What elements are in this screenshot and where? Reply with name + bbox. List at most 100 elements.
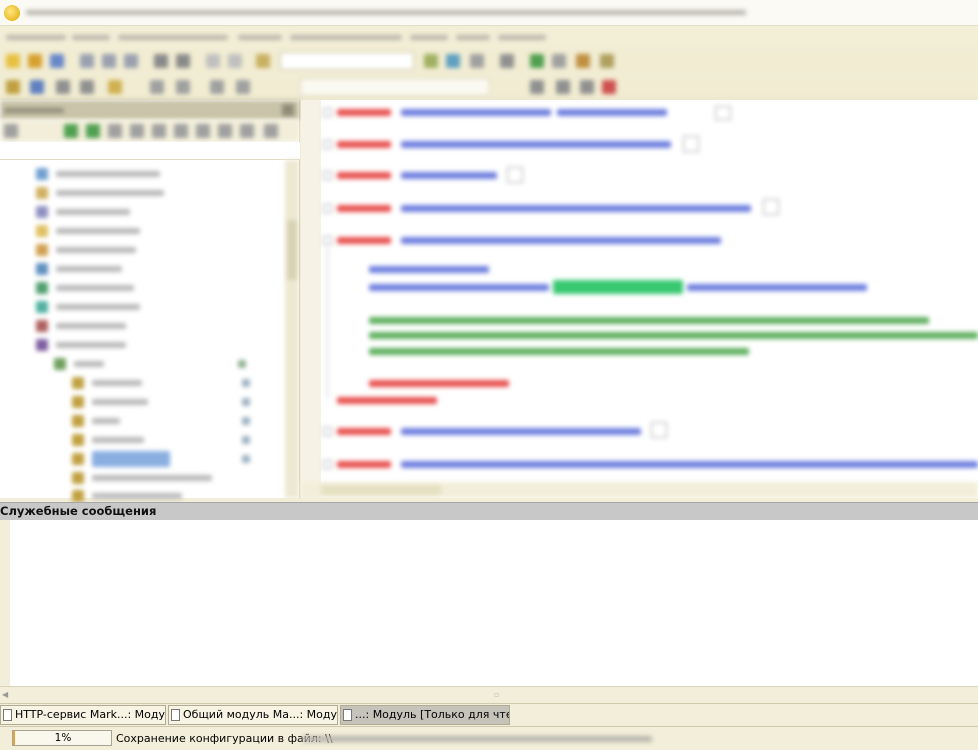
tool-icon[interactable] <box>210 80 224 94</box>
scrollbar-thumb[interactable] <box>321 485 441 495</box>
editor-horizontal-scrollbar[interactable] <box>301 482 978 498</box>
menu-item[interactable] <box>290 35 402 40</box>
tool-icon[interactable] <box>240 124 254 138</box>
fold-toggle[interactable] <box>323 140 332 149</box>
fold-toggle[interactable] <box>323 204 332 213</box>
procedure-combobox[interactable] <box>300 78 490 96</box>
tool-icon[interactable] <box>176 80 190 94</box>
tool-icon[interactable] <box>108 80 122 94</box>
tree-node[interactable] <box>20 337 260 353</box>
open-icon[interactable] <box>28 54 42 68</box>
tree-node[interactable] <box>20 299 260 315</box>
tree-node[interactable] <box>20 185 260 201</box>
search-next-icon[interactable] <box>446 54 460 68</box>
menu-item[interactable] <box>410 35 448 40</box>
tool-icon[interactable] <box>556 80 570 94</box>
window-tab[interactable]: Общий модуль Ма...: Модуль <box>168 705 338 725</box>
bookmark-icon[interactable] <box>256 54 270 68</box>
fold-toggle[interactable] <box>323 236 332 245</box>
replace-icon[interactable] <box>228 54 242 68</box>
scroll-left-icon[interactable]: ◀ <box>2 690 8 699</box>
collapsed-block[interactable] <box>651 422 667 438</box>
tool-icon[interactable] <box>576 54 590 68</box>
tree-node[interactable] <box>20 318 260 334</box>
save-icon[interactable] <box>50 54 64 68</box>
tree-node-selected[interactable] <box>56 451 256 467</box>
tree-node[interactable] <box>56 394 256 410</box>
menu-item[interactable] <box>238 35 282 40</box>
menu-item[interactable] <box>72 35 110 40</box>
tool-icon[interactable] <box>80 80 94 94</box>
menu-item[interactable] <box>498 35 546 40</box>
window-tab[interactable]: HTTP-сервис Mark...: Модуль <box>0 705 166 725</box>
tool-icon[interactable] <box>130 124 144 138</box>
scrollbar-thumb[interactable]: ▫ <box>494 690 499 699</box>
cut-icon[interactable] <box>80 54 94 68</box>
configuration-tree <box>0 160 285 502</box>
tree-node[interactable] <box>56 375 256 391</box>
new-icon[interactable] <box>6 54 20 68</box>
messages-horizontal-scrollbar[interactable]: ◀ ▫ <box>0 686 978 701</box>
fold-toggle[interactable] <box>323 108 332 117</box>
tree-node[interactable] <box>20 242 260 258</box>
scrollbar-thumb[interactable] <box>287 220 297 280</box>
fold-toggle[interactable] <box>323 171 332 180</box>
copy-icon[interactable] <box>102 54 116 68</box>
tool-icon[interactable] <box>600 54 614 68</box>
collapsed-block[interactable] <box>507 167 523 183</box>
search-go-icon[interactable] <box>424 54 438 68</box>
tree-vertical-scrollbar[interactable] <box>285 160 299 498</box>
fold-toggle[interactable] <box>323 460 332 469</box>
close-icon[interactable] <box>282 104 294 116</box>
tool-icon[interactable] <box>196 124 210 138</box>
tree-node[interactable] <box>20 261 260 277</box>
redo-icon[interactable] <box>176 54 190 68</box>
add-icon[interactable] <box>64 124 78 138</box>
undo-icon[interactable] <box>154 54 168 68</box>
tree-node[interactable] <box>38 356 258 372</box>
tool-icon[interactable] <box>602 80 616 94</box>
tool-icon[interactable] <box>500 54 514 68</box>
tree-node[interactable] <box>20 223 260 239</box>
collapsed-block[interactable] <box>715 106 731 120</box>
fold-toggle[interactable] <box>323 427 332 436</box>
menu-item[interactable] <box>456 35 490 40</box>
tool-icon[interactable] <box>470 54 484 68</box>
tool-icon[interactable] <box>150 80 164 94</box>
tool-icon[interactable] <box>152 124 166 138</box>
tool-icon[interactable] <box>56 80 70 94</box>
find-icon[interactable] <box>206 54 220 68</box>
messages-gutter <box>0 520 10 686</box>
tool-icon[interactable] <box>30 80 44 94</box>
tool-icon[interactable] <box>6 80 20 94</box>
tree-node[interactable] <box>56 432 256 448</box>
tree-node[interactable] <box>20 280 260 296</box>
menu-item[interactable] <box>118 35 228 40</box>
tree-node[interactable] <box>56 413 256 429</box>
tree-panel-title <box>4 108 64 113</box>
add-icon[interactable] <box>86 124 100 138</box>
tree-node[interactable] <box>20 166 260 182</box>
tool-icon[interactable] <box>108 124 122 138</box>
collapsed-block[interactable] <box>763 199 779 215</box>
paste-icon[interactable] <box>124 54 138 68</box>
tool-icon[interactable] <box>218 124 232 138</box>
tool-icon[interactable] <box>236 80 250 94</box>
messages-list[interactable] <box>0 520 978 686</box>
tool-icon[interactable] <box>264 124 278 138</box>
collapsed-block[interactable] <box>683 136 699 152</box>
tree-search-input[interactable] <box>0 142 300 160</box>
tree-node[interactable] <box>20 204 260 220</box>
menu-item[interactable] <box>6 35 66 40</box>
module-code-editor[interactable] <box>301 100 978 498</box>
tool-icon[interactable] <box>552 54 566 68</box>
search-combobox[interactable] <box>280 52 414 70</box>
actions-icon[interactable] <box>4 124 18 138</box>
tool-icon[interactable] <box>530 80 544 94</box>
run-icon[interactable] <box>530 54 544 68</box>
tree-node[interactable] <box>56 470 256 486</box>
window-tab-active[interactable]: ...: Модуль [Только для чте... <box>340 705 510 725</box>
secondary-toolbar <box>0 74 978 100</box>
tool-icon[interactable] <box>580 80 594 94</box>
tool-icon[interactable] <box>174 124 188 138</box>
